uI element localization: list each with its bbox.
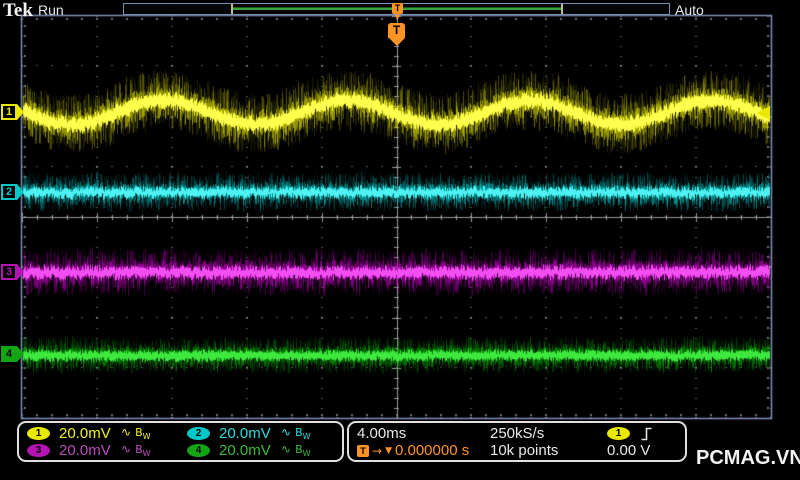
channel-4-scale: 20.0mV — [219, 442, 271, 459]
record-view-bar: T ▼ — [123, 3, 670, 21]
trigger-source-badge: 1 — [607, 427, 630, 440]
trigger-delay-readout: T → ▼ 0.000000 s — [357, 442, 490, 459]
record-window-right-bracket — [561, 4, 563, 14]
right-arrow-icon — [17, 346, 24, 362]
down-triangle-icon — [388, 38, 405, 46]
down-triangle-icon: ▼ — [394, 13, 401, 21]
channel-4-marker-label: 4 — [1, 346, 17, 362]
bandwidth-limit-icon: BW — [295, 426, 311, 442]
channel-1-scale: 20.0mV — [59, 425, 111, 442]
horizontal-scale: 4.00ms — [357, 425, 407, 442]
horizontal-trigger-readouts-box: 4.00ms 250kS/s 1 T → ▼ 0.000000 s 10k po… — [347, 421, 687, 462]
channel-3-scale: 20.0mV — [59, 442, 111, 459]
channel-1-marker-label: 1 — [1, 104, 17, 120]
channel-4-marker[interactable]: 4 — [1, 346, 24, 362]
down-triangle-icon: ▼ — [385, 445, 392, 456]
channel-readouts-box: 1 20.0mV ∿ BW 2 20.0mV ∿ BW 3 20.0mV ∿ BW 4… — [17, 421, 344, 462]
acquisition-status: Run — [38, 2, 64, 18]
trigger-mode: Auto — [675, 2, 704, 18]
tek-logo: Tek — [3, 0, 33, 21]
trigger-level-value: 0.00 V — [607, 442, 651, 459]
right-arrow-icon — [17, 104, 24, 120]
trigger-t-icon: T — [388, 23, 405, 38]
rising-edge-icon — [641, 427, 652, 440]
channel-1-marker[interactable]: 1 — [1, 104, 24, 120]
channel-1-badge: 1 — [27, 427, 50, 440]
bandwidth-limit-icon: BW — [295, 443, 311, 459]
ac-coupling-icon: ∿ — [281, 425, 292, 440]
oscilloscope-screen: Tek Run T ▼ Auto T 1 2 3 4 1 20.0mV ∿BW — [0, 0, 800, 480]
ac-coupling-icon: ∿ — [121, 442, 132, 457]
waveform-display[interactable] — [0, 0, 800, 480]
record-trigger-marker[interactable]: T ▼ — [392, 3, 403, 21]
channel-2-scale: 20.0mV — [219, 425, 271, 442]
trigger-position-flag[interactable]: T — [388, 23, 405, 46]
channel-3-badge: 3 — [27, 444, 50, 457]
trigger-t-icon: T — [357, 444, 369, 457]
record-window-left-bracket — [231, 4, 233, 14]
channel-3-marker-label: 3 — [1, 264, 17, 280]
right-arrow-icon — [17, 184, 24, 200]
channel-3-marker[interactable]: 3 — [1, 264, 24, 280]
right-arrow-icon: → — [372, 443, 383, 458]
record-length: 10k points — [490, 442, 559, 459]
ac-coupling-icon: ∿ — [281, 442, 292, 457]
right-arrow-icon — [17, 264, 24, 280]
header-bar: Tek Run T ▼ Auto — [0, 0, 800, 22]
trigger-level-arrow-icon[interactable] — [757, 106, 770, 120]
watermark: PCMAG.VN — [696, 447, 800, 469]
channel-2-marker-label: 2 — [1, 184, 17, 200]
channel-2-marker[interactable]: 2 — [1, 184, 24, 200]
bandwidth-limit-icon: BW — [135, 443, 151, 459]
trigger-delay-value: 0.000000 s — [394, 442, 470, 459]
ac-coupling-icon: ∿ — [121, 425, 132, 440]
bandwidth-limit-icon: BW — [135, 426, 151, 442]
sample-rate: 250kS/s — [490, 425, 545, 442]
channel-2-badge: 2 — [187, 427, 210, 440]
channel-4-badge: 4 — [187, 444, 210, 457]
